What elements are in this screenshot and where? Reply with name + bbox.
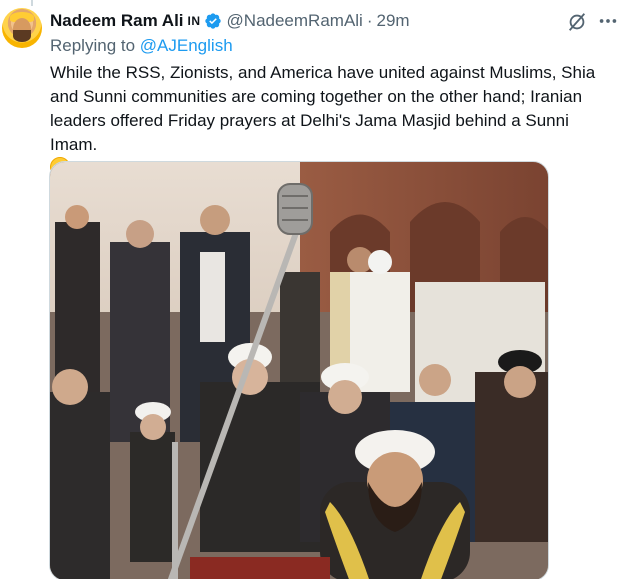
country-tag: IN	[187, 14, 201, 28]
verified-badge-icon[interactable]	[204, 12, 222, 30]
replying-to: Replying to @AJEnglish	[50, 36, 233, 56]
tweet-text-content: While the RSS, Zionists, and America hav…	[50, 63, 596, 154]
video-frame-image	[50, 162, 548, 579]
replying-prefix: Replying to	[50, 36, 136, 55]
grok-icon[interactable]	[566, 11, 588, 33]
separator-dot: ·	[366, 11, 373, 30]
author-name[interactable]: Nadeem Ram Ali	[50, 11, 184, 31]
tweet-header: Nadeem Ram Ali IN @NadeemRamAli · 29m	[50, 10, 410, 32]
tweet-media-video[interactable]	[49, 161, 549, 579]
thread-line	[31, 0, 33, 6]
replying-to-mention[interactable]: @AJEnglish	[140, 36, 233, 55]
author-handle[interactable]: @NadeemRamAli	[227, 11, 363, 31]
more-options-icon[interactable]	[597, 10, 619, 32]
timestamp[interactable]: 29m	[377, 11, 410, 31]
avatar[interactable]	[2, 8, 42, 48]
